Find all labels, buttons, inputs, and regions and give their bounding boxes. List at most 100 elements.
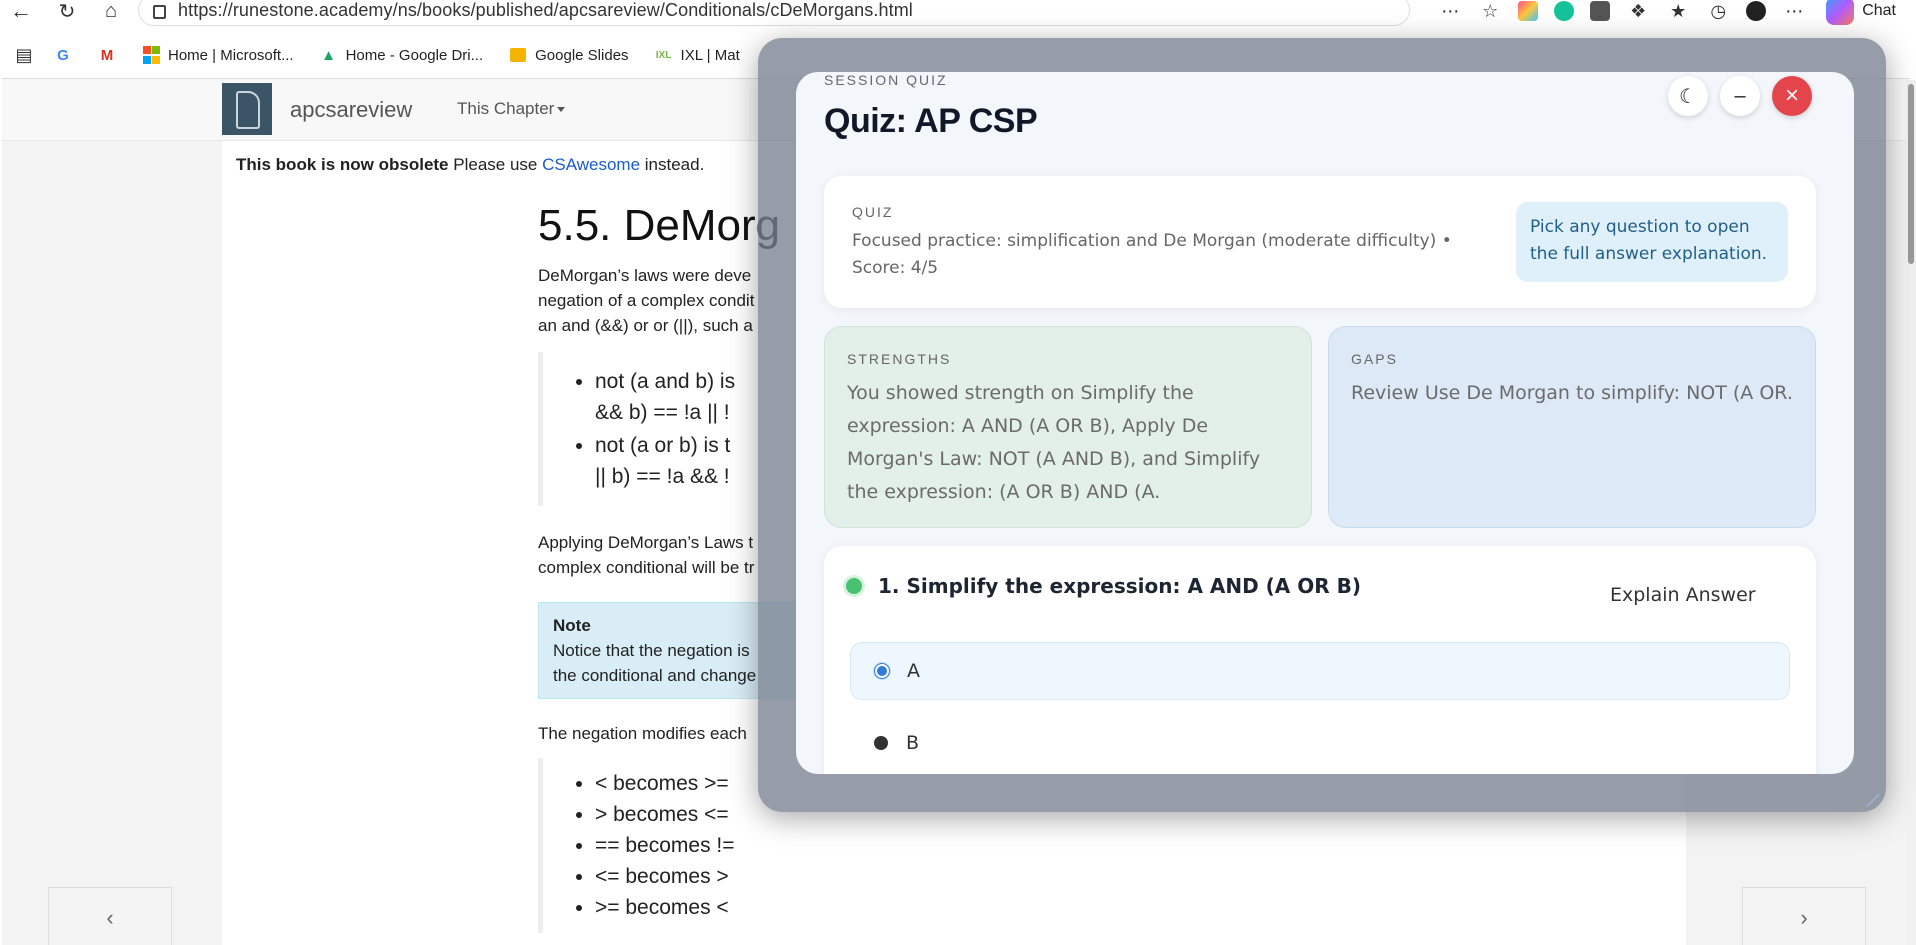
lock-icon bbox=[153, 5, 166, 19]
chapter-menu-label: This Chapter bbox=[457, 99, 555, 118]
applying-line: Applying DeMorgan’s Laws t bbox=[538, 533, 754, 552]
question-card[interactable]: 1. Simplify the expression: A AND (A OR … bbox=[824, 546, 1816, 774]
intro-line: an and (&&) or or (||), such a bbox=[538, 316, 753, 335]
close-button[interactable]: × bbox=[1772, 76, 1812, 116]
extension-s-icon[interactable] bbox=[1590, 1, 1611, 21]
bookmark-google-slides[interactable]: Google Slides bbox=[501, 46, 636, 64]
radio-unselected-icon[interactable] bbox=[874, 736, 888, 750]
obsolete-pre: Please use bbox=[448, 155, 543, 174]
summary-label: QUIZ bbox=[852, 204, 894, 220]
gaps-card: GAPS Review Use De Morgan to simplify: N… bbox=[1328, 326, 1816, 528]
resize-grip-icon[interactable] bbox=[1854, 782, 1880, 808]
address-bar[interactable]: https://runestone.academy/ns/books/publi… bbox=[138, 0, 1410, 26]
minus-icon: – bbox=[1734, 84, 1746, 107]
minimize-button[interactable]: – bbox=[1720, 76, 1760, 116]
quiz-summary-card: QUIZ Focused practice: simplification an… bbox=[824, 176, 1816, 308]
toolbar-right: ⋯ ☆ ❖ ★ ◷ ⋯ Chat bbox=[1438, 0, 1896, 25]
list-item: <= becomes > bbox=[595, 861, 1338, 892]
bookmark-google-drive[interactable]: ▲ Home - Google Dri... bbox=[312, 46, 492, 64]
history-icon[interactable]: ◷ bbox=[1706, 0, 1730, 22]
bookmark-label: Home | Microsoft... bbox=[168, 46, 294, 64]
profile-avatar-icon[interactable] bbox=[1746, 1, 1767, 21]
browser-toolbar: ← ↻ ⌂ https://runestone.academy/ns/books… bbox=[0, 0, 1916, 30]
gaps-text: Review Use De Morgan to simplify: NOT (A… bbox=[1351, 382, 1793, 404]
bookmark-label: Google Slides bbox=[535, 46, 629, 64]
correct-status-dot-icon bbox=[846, 578, 862, 594]
bookmark-label: IXL | Mat bbox=[680, 46, 740, 64]
bookmark-google[interactable]: G bbox=[46, 46, 80, 64]
ixl-icon: IXL bbox=[655, 49, 672, 61]
chevron-right-icon: › bbox=[1800, 905, 1808, 930]
left-gutter bbox=[2, 141, 222, 945]
close-icon: × bbox=[1784, 82, 1799, 109]
next-page-button[interactable]: › bbox=[1742, 887, 1866, 945]
gmail-icon: M bbox=[100, 46, 114, 64]
more-options-circle-icon[interactable]: ⋯ bbox=[1438, 0, 1462, 22]
quiz-panel: SESSION QUIZ Quiz: AP CSP ☾ – × QUIZ Foc… bbox=[796, 72, 1854, 774]
back-arrow-icon[interactable]: ← bbox=[8, 0, 34, 23]
theme-toggle-button[interactable]: ☾ bbox=[1668, 76, 1708, 116]
brand-name[interactable]: apcsareview bbox=[290, 97, 412, 123]
session-quiz-kicker: SESSION QUIZ bbox=[824, 72, 948, 88]
runestone-logo[interactable] bbox=[222, 83, 272, 135]
obsolete-bold: This book is now obsolete bbox=[236, 155, 449, 174]
previous-page-button[interactable]: ‹ bbox=[48, 887, 172, 945]
note-line: the conditional and change bbox=[553, 666, 757, 685]
menu-dots-icon[interactable]: ⋯ bbox=[1782, 0, 1806, 22]
quiz-overlay: SESSION QUIZ Quiz: AP CSP ☾ – × QUIZ Foc… bbox=[758, 38, 1886, 812]
copilot-chat-button[interactable]: Chat bbox=[1826, 0, 1896, 25]
favorites-list-icon[interactable]: ★ bbox=[1666, 0, 1690, 22]
favorite-star-icon[interactable]: ☆ bbox=[1478, 0, 1502, 22]
obsolete-notice: This book is now obsolete Please use CSA… bbox=[236, 155, 704, 175]
strengths-card: STRENGTHS You showed strength on Simplif… bbox=[824, 326, 1312, 528]
summary-text: Focused practice: simplification and De … bbox=[852, 231, 1452, 278]
note-title: Note bbox=[553, 616, 591, 635]
explain-answer-button[interactable]: Explain Answer bbox=[1610, 584, 1756, 606]
chevron-left-icon: ‹ bbox=[106, 905, 114, 930]
radio-selected-icon[interactable] bbox=[874, 663, 890, 679]
law-line: not (a or b) is t bbox=[595, 434, 731, 457]
option-label: A bbox=[907, 660, 920, 682]
bookmark-microsoft[interactable]: Home | Microsoft... bbox=[134, 46, 302, 64]
option-label: B bbox=[906, 732, 920, 754]
law-line: || b) == !a && ! bbox=[595, 465, 730, 488]
answer-option-b[interactable]: B bbox=[850, 714, 1790, 772]
note-line: Notice that the negation is bbox=[553, 641, 750, 660]
question-text: 1. Simplify the expression: A AND (A OR … bbox=[878, 574, 1361, 598]
explanation-hint: Pick any question to open the full answe… bbox=[1516, 202, 1788, 282]
quiz-title: Quiz: AP CSP bbox=[824, 102, 1038, 140]
grammarly-icon[interactable] bbox=[1554, 1, 1575, 21]
home-icon[interactable]: ⌂ bbox=[98, 0, 124, 22]
csawesome-link[interactable]: CSAwesome bbox=[542, 155, 640, 174]
refresh-icon[interactable]: ↻ bbox=[54, 0, 80, 23]
extensions-puzzle-icon[interactable]: ❖ bbox=[1626, 0, 1650, 22]
google-drive-icon: ▲ bbox=[321, 46, 337, 64]
strengths-text: You showed strength on Simplify the expr… bbox=[847, 382, 1261, 503]
list-item: == becomes != bbox=[595, 830, 1338, 861]
answer-option-a[interactable]: A bbox=[850, 642, 1790, 700]
list-item: >= becomes < bbox=[595, 892, 1338, 923]
extension-color-icon[interactable] bbox=[1518, 1, 1539, 21]
google-slides-icon bbox=[509, 46, 527, 64]
collections-icon[interactable]: ▤ bbox=[12, 44, 36, 66]
law-line: && b) == !a || ! bbox=[595, 401, 730, 424]
intro-line: DeMorgan’s laws were deve bbox=[538, 266, 752, 285]
url-text: https://runestone.academy/ns/books/publi… bbox=[178, 0, 913, 20]
law-line: not (a and b) is bbox=[595, 370, 736, 393]
applying-line: complex conditional will be tr bbox=[538, 558, 755, 577]
strengths-label: STRENGTHS bbox=[847, 351, 952, 367]
obsolete-post: instead. bbox=[640, 155, 705, 174]
copilot-icon bbox=[1826, 0, 1855, 25]
moon-icon: ☾ bbox=[1679, 85, 1697, 108]
bookmark-label: Home - Google Dri... bbox=[345, 46, 484, 64]
chat-label: Chat bbox=[1862, 2, 1896, 19]
bookmark-ixl[interactable]: IXL IXL | Mat bbox=[647, 46, 748, 64]
intro-line: negation of a complex condit bbox=[538, 291, 755, 310]
google-icon: G bbox=[57, 46, 69, 64]
this-chapter-dropdown[interactable]: This Chapter bbox=[457, 99, 566, 119]
gaps-label: GAPS bbox=[1351, 351, 1398, 367]
caret-down-icon bbox=[557, 107, 566, 113]
page-scrollbar-thumb[interactable] bbox=[1908, 84, 1914, 264]
microsoft-icon bbox=[142, 46, 160, 64]
bookmark-gmail[interactable]: M bbox=[90, 46, 124, 64]
